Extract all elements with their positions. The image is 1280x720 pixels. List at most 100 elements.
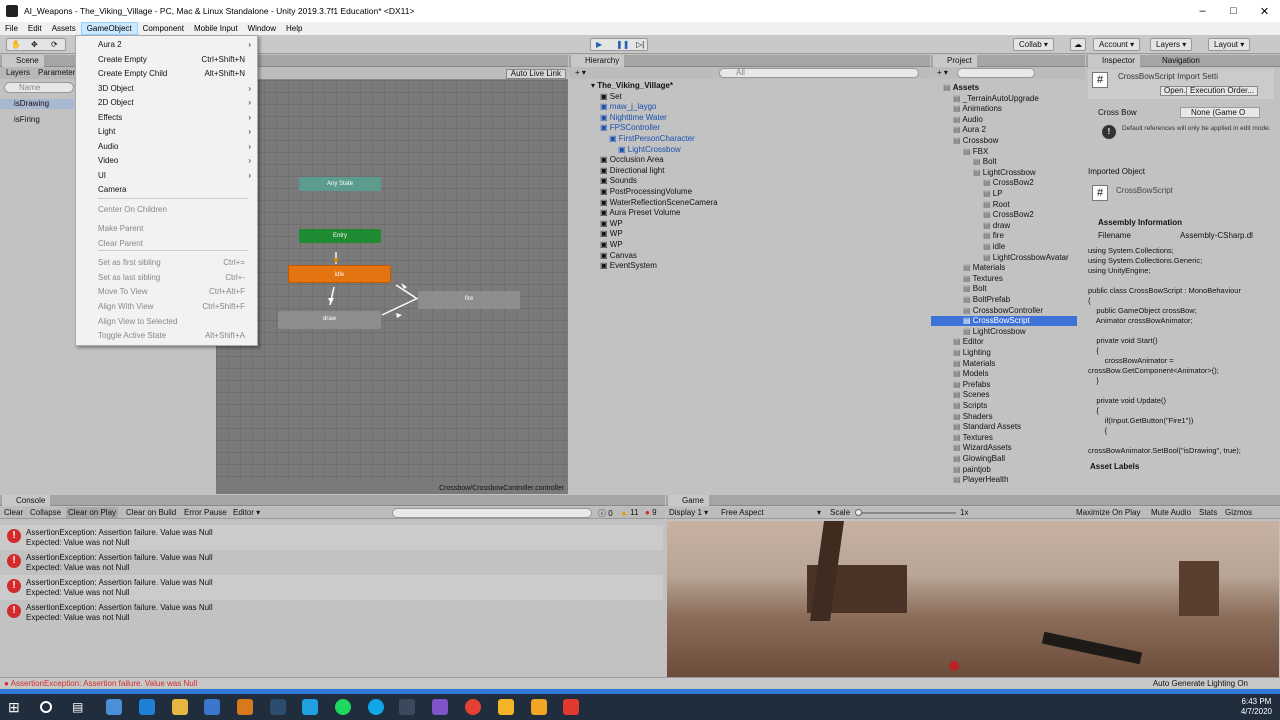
- project-item[interactable]: ▤ LightCrossbowAvatar: [931, 253, 1077, 263]
- hierarchy-search-input[interactable]: All: [719, 68, 919, 78]
- menu-item[interactable]: 3D Object ›: [76, 82, 257, 96]
- project-item[interactable]: ▤ BoltPrefab: [931, 295, 1077, 305]
- project-item[interactable]: ▤ Standard Assets: [931, 422, 1077, 432]
- minimize-icon[interactable]: –: [1187, 0, 1218, 22]
- gizmos-dropdown[interactable]: Gizmos: [1225, 508, 1252, 517]
- clear-button[interactable]: Clear: [4, 508, 23, 517]
- project-item[interactable]: ▤ GlowingBall: [931, 454, 1077, 464]
- project-item[interactable]: ▤ Animations: [931, 104, 1077, 114]
- visual-studio-icon[interactable]: [432, 699, 448, 715]
- hierarchy-item[interactable]: ▣ EventSystem: [569, 261, 657, 271]
- store-icon[interactable]: [204, 699, 220, 715]
- hierarchy-item[interactable]: ▣ Canvas: [569, 251, 637, 261]
- clear-on-play-button[interactable]: Clear on Play: [66, 507, 119, 518]
- tab-hierarchy[interactable]: Hierarchy: [571, 55, 625, 67]
- system-clock[interactable]: 6:43 PM 4/7/2020: [1241, 697, 1272, 717]
- rotate-tool-icon[interactable]: ⟳: [51, 39, 58, 50]
- cloud-icon[interactable]: ☁: [1070, 38, 1086, 51]
- project-item[interactable]: ▤ CrossBowScript: [931, 316, 1077, 327]
- menu-item[interactable]: Audio ›: [76, 140, 257, 154]
- console-search-input[interactable]: [392, 508, 592, 518]
- tab-console[interactable]: Console: [2, 495, 51, 506]
- node-idle[interactable]: idle: [288, 265, 391, 283]
- hierarchy-item[interactable]: ▣ WP: [569, 240, 623, 250]
- error-pause-button[interactable]: Error Pause: [184, 508, 227, 517]
- aspect-dropdown[interactable]: Free Aspect ▾: [721, 508, 821, 517]
- node-fire[interactable]: fire: [418, 291, 520, 309]
- chrome-icon[interactable]: [465, 699, 481, 715]
- layout-button[interactable]: Layout ▾: [1208, 38, 1251, 51]
- tab-scene[interactable]: Scene: [2, 55, 44, 67]
- scale-slider[interactable]: [856, 512, 956, 514]
- move-tool-icon[interactable]: ✥: [31, 39, 38, 50]
- info-count[interactable]: ⓘ 0: [598, 508, 613, 519]
- collab-button[interactable]: Collab ▾: [1013, 38, 1054, 51]
- project-item[interactable]: ▤ Textures: [931, 274, 1077, 284]
- project-item[interactable]: ▤ LP: [931, 189, 1077, 199]
- project-item[interactable]: ▤ WizardAssets: [931, 443, 1077, 453]
- project-item[interactable]: ▤ Textures: [931, 433, 1077, 443]
- warning-count[interactable]: ▲ 11: [620, 508, 638, 517]
- hierarchy-item[interactable]: ▣ Aura Preset Volume: [569, 208, 681, 218]
- play-icon[interactable]: ▶: [596, 39, 602, 50]
- log-entry[interactable]: ! AssertionException: Assertion failure. …: [0, 575, 663, 600]
- project-item[interactable]: ▤ Scenes: [931, 390, 1077, 400]
- log-entry[interactable]: ! AssertionException: Assertion failure. …: [0, 600, 663, 625]
- menu-item[interactable]: UI ›: [76, 169, 257, 183]
- hierarchy-item[interactable]: ▾ The_Viking_Village*: [569, 81, 673, 91]
- app-red-icon[interactable]: [563, 699, 579, 715]
- execution-order-button[interactable]: Execution Order...: [1186, 86, 1259, 96]
- transform-tools[interactable]: ✋ ✥ ⟳: [6, 38, 66, 51]
- hierarchy-item[interactable]: ▣ Set: [569, 92, 622, 102]
- crossbow-field-input[interactable]: None (Game O: [1180, 107, 1260, 118]
- parameter-search-input[interactable]: Name: [4, 82, 74, 93]
- menu-assets[interactable]: Assets: [47, 22, 81, 35]
- project-item[interactable]: ▤ Prefabs: [931, 380, 1077, 390]
- hierarchy-item[interactable]: ▣ maw_j_laygo: [569, 102, 656, 112]
- project-item[interactable]: ▤ LightCrossbow: [931, 327, 1077, 337]
- menu-edit[interactable]: Edit: [23, 22, 47, 35]
- layers-button[interactable]: Layers ▾: [1150, 38, 1193, 51]
- file-explorer-icon[interactable]: [172, 699, 188, 715]
- project-item[interactable]: ▤ Lighting: [931, 348, 1077, 358]
- edge-icon[interactable]: [139, 699, 155, 715]
- menu-window[interactable]: Window: [243, 22, 281, 35]
- account-button[interactable]: Account ▾: [1093, 38, 1141, 51]
- display-dropdown[interactable]: Display 1 ▾: [669, 508, 708, 517]
- project-item[interactable]: ▤ Materials: [931, 263, 1077, 273]
- media-app-icon[interactable]: [237, 699, 253, 715]
- project-item[interactable]: ▤ Aura 2: [931, 125, 1077, 135]
- project-item[interactable]: ▤ PlayerHealth: [931, 475, 1077, 485]
- close-icon[interactable]: ✕: [1249, 0, 1280, 22]
- project-item[interactable]: ▤ Editor: [931, 337, 1077, 347]
- project-item[interactable]: ▤ fire: [931, 231, 1077, 241]
- project-item[interactable]: ▤ FBX: [931, 147, 1077, 157]
- menu-item[interactable]: Camera: [76, 183, 257, 197]
- hierarchy-item[interactable]: ▣ Nighttime Water: [569, 113, 667, 123]
- hierarchy-item[interactable]: ▣ WP: [569, 229, 623, 239]
- project-item[interactable]: ▤ Shaders: [931, 412, 1077, 422]
- project-item[interactable]: ▤ idle: [931, 242, 1077, 252]
- search-icon[interactable]: [40, 701, 52, 713]
- editor-dropdown[interactable]: Editor ▾: [233, 508, 260, 517]
- project-item[interactable]: ▤ CrossbowController: [931, 306, 1077, 316]
- tab-parameters[interactable]: Parameters: [38, 68, 79, 77]
- project-item[interactable]: ▤ Crossbow: [931, 136, 1077, 146]
- hierarchy-item[interactable]: ▣ FirstPersonCharacter: [569, 134, 695, 144]
- stats-button[interactable]: Stats: [1199, 508, 1217, 517]
- log-entry[interactable]: ! AssertionException: Assertion failure. …: [0, 550, 663, 575]
- project-item[interactable]: ▤ Audio: [931, 115, 1077, 125]
- tab-navigation[interactable]: Navigation: [1148, 55, 1205, 67]
- game-viewport[interactable]: [667, 521, 1279, 677]
- create-dropdown[interactable]: + ▾: [575, 68, 586, 77]
- app-duck-2-icon[interactable]: [531, 699, 547, 715]
- tab-inspector[interactable]: Inspector: [1088, 55, 1140, 67]
- spotify-icon[interactable]: [335, 699, 351, 715]
- node-any-state[interactable]: Any State: [299, 177, 381, 191]
- param-isfiring[interactable]: isFiring: [0, 115, 40, 125]
- hierarchy-item[interactable]: ▣ WP: [569, 219, 623, 229]
- project-item[interactable]: ▤ Root: [931, 200, 1077, 210]
- steam-icon[interactable]: [270, 699, 286, 715]
- skype-icon[interactable]: [368, 699, 384, 715]
- project-item[interactable]: ▤ paintjob: [931, 465, 1077, 475]
